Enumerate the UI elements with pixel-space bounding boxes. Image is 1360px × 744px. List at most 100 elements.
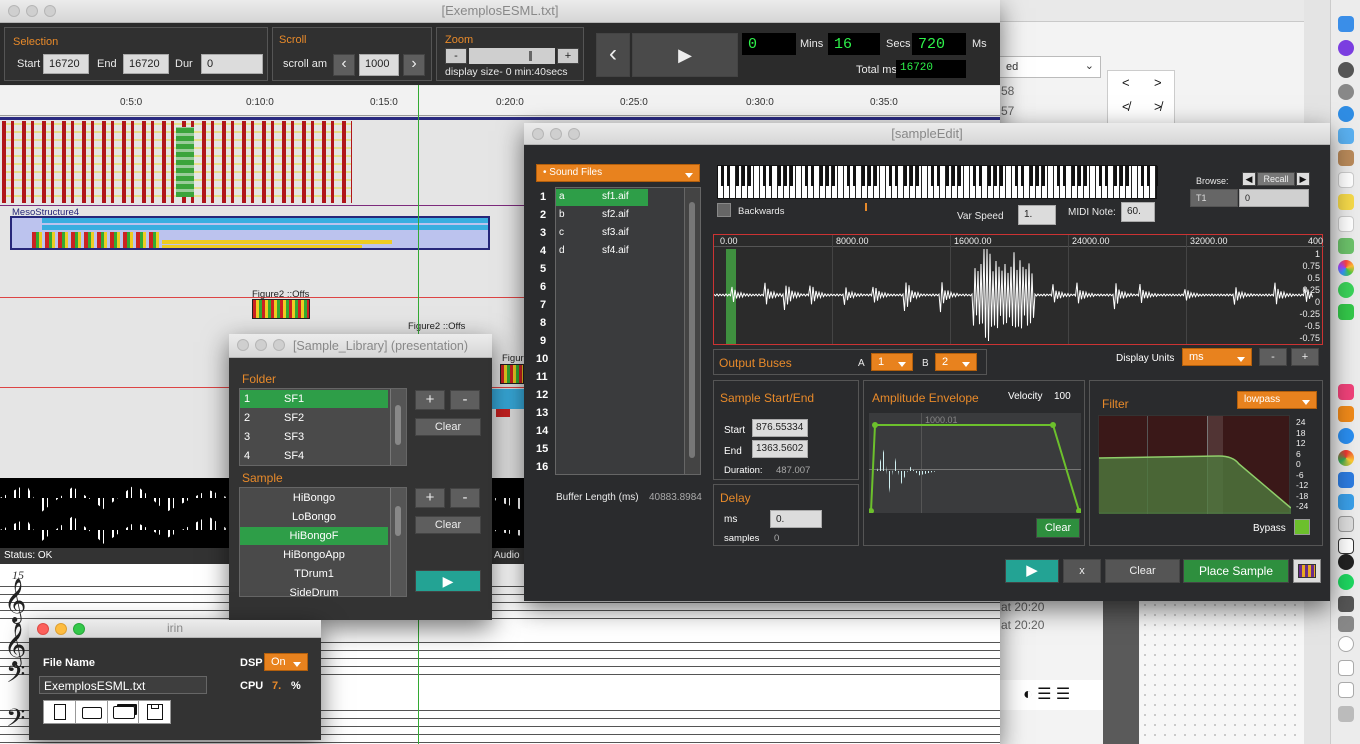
backwards-checkbox[interactable] — [717, 203, 731, 217]
dsp-dropdown[interactable]: On — [264, 653, 308, 671]
messages-icon[interactable] — [1338, 282, 1354, 298]
music-icon[interactable] — [1338, 384, 1354, 400]
sound-file-row[interactable]: b sf2.aif — [556, 207, 648, 224]
books-icon[interactable] — [1338, 406, 1354, 422]
sample-list[interactable]: HiBongo LoBongo HiBongoF HiBongoApp TDru… — [239, 487, 407, 597]
browse-prev-icon[interactable]: ◀ — [1242, 172, 1256, 186]
sound-file-row[interactable]: a sf1.aif — [556, 189, 648, 206]
scroll-prev-button[interactable]: ‹ — [333, 54, 355, 76]
selection-end-field[interactable]: 16720 — [123, 54, 169, 74]
sample-add-button[interactable]: + — [415, 488, 445, 508]
place-sample-button[interactable]: Place Sample — [1183, 559, 1289, 583]
bus-b-dropdown[interactable]: 2 — [935, 353, 977, 371]
xcode-icon[interactable] — [1338, 472, 1354, 488]
finder-icon[interactable] — [1338, 16, 1354, 32]
document-icon[interactable] — [1338, 682, 1354, 698]
sound-files-dropdown[interactable]: • Sound Files — [536, 164, 700, 182]
selection-dur-field[interactable]: 0 — [201, 54, 263, 74]
notes-icon[interactable] — [1338, 194, 1354, 210]
browse-next-icon[interactable]: ▶ — [1296, 172, 1310, 186]
contacts-icon[interactable] — [1338, 150, 1354, 166]
sample-end-field[interactable]: 1363.5602 — [752, 440, 808, 458]
figure-box[interactable] — [252, 299, 310, 319]
sample-edit-x-button[interactable]: x — [1063, 559, 1101, 583]
sample-row[interactable]: HiBongo — [240, 489, 388, 507]
calendar-icon[interactable] — [1338, 172, 1354, 188]
open-recent-icon[interactable] — [108, 701, 140, 723]
t1-value-field[interactable]: 0 — [1239, 189, 1309, 207]
bg-dropdown[interactable]: ed ⌄ — [999, 56, 1101, 78]
launchpad-icon[interactable] — [1338, 62, 1354, 78]
sample-row[interactable]: HiBongoApp — [240, 546, 388, 564]
appstore-icon[interactable] — [1338, 428, 1354, 444]
safari-icon[interactable] — [1338, 106, 1354, 122]
chrome-icon[interactable] — [1338, 450, 1354, 466]
var-speed-field[interactable]: 1. — [1018, 205, 1056, 225]
facetime-icon[interactable] — [1338, 304, 1354, 320]
file-name-field[interactable]: ExemplosESML.txt — [39, 676, 207, 694]
sample-grid-icon[interactable] — [1293, 559, 1321, 583]
sample-play-button[interactable]: ▶ — [415, 570, 481, 592]
t1-field[interactable]: T1 — [1190, 189, 1238, 207]
trash-icon[interactable] — [1338, 706, 1354, 722]
sample-clear-button[interactable]: Clear — [415, 516, 481, 534]
sample-row[interactable]: SideDrum — [240, 584, 388, 596]
unknown-app-icon[interactable] — [1338, 516, 1354, 532]
maps-icon[interactable] — [1338, 238, 1354, 254]
transport-back-button[interactable]: ‹ — [596, 33, 630, 77]
folder-row[interactable]: 1 SF1 — [240, 390, 388, 408]
units-plus-button[interactable]: + — [1291, 348, 1319, 366]
envelope-editor[interactable]: 1000.01 — [869, 413, 1081, 513]
folder-row[interactable]: 3 SF3 — [240, 428, 388, 446]
zoom-slider[interactable] — [469, 48, 555, 64]
sample-edit-clear-button[interactable]: Clear — [1105, 559, 1180, 583]
selection-start-field[interactable]: 16720 — [43, 54, 89, 74]
sample-row[interactable]: TDrum1 — [240, 565, 388, 583]
recall-button[interactable]: Recall — [1257, 172, 1295, 186]
sound-file-list[interactable]: a sf1.aif b sf2.aif c sf3.aif d sf4.aif — [555, 187, 701, 475]
filter-type-dropdown[interactable]: lowpass — [1237, 391, 1317, 409]
rocket-icon[interactable] — [1338, 84, 1354, 100]
tool-icon[interactable] — [1338, 494, 1354, 510]
folder-remove-button[interactable]: - — [450, 390, 480, 410]
folder-scrollbar[interactable] — [390, 389, 406, 465]
pd-icon[interactable] — [1338, 538, 1354, 554]
folder-add-button[interactable]: + — [415, 390, 445, 410]
zoom-minus-button[interactable]: - — [445, 48, 467, 64]
units-minus-button[interactable]: - — [1259, 348, 1287, 366]
piano-icon[interactable] — [1338, 596, 1354, 612]
file-list-scrollbar[interactable] — [684, 188, 700, 474]
accessibility-icon[interactable] — [1338, 636, 1354, 652]
sample-edit-play-button[interactable]: ▶ — [1005, 559, 1059, 583]
scroll-next-button[interactable]: › — [403, 54, 425, 76]
folder-clear-button[interactable]: Clear — [415, 418, 481, 436]
textedit-icon[interactable] — [1338, 660, 1354, 676]
sample-row[interactable]: HiBongoF — [240, 527, 388, 545]
zoom-plus-button[interactable]: + — [557, 48, 579, 64]
photos-icon[interactable] — [1338, 260, 1354, 276]
mail-icon[interactable] — [1338, 128, 1354, 144]
phone-icon[interactable] — [1338, 616, 1354, 632]
midi-note-field[interactable]: 60. — [1121, 202, 1155, 222]
spotify-icon[interactable] — [1338, 574, 1354, 590]
display-units-dropdown[interactable]: ms — [1182, 348, 1252, 366]
bus-a-dropdown[interactable]: 1 — [871, 353, 913, 371]
save-icon[interactable] — [139, 701, 170, 723]
sample-waveform[interactable]: 0.00 8000.00 16000.00 24000.00 32000.00 … — [713, 234, 1324, 345]
sound-file-row[interactable]: d sf4.aif — [556, 243, 648, 260]
open-folder-icon[interactable] — [76, 701, 108, 723]
filter-response-graph[interactable] — [1098, 415, 1291, 514]
piano-keyboard[interactable] — [717, 165, 1158, 199]
envelope-clear-button[interactable]: Clear — [1036, 518, 1080, 538]
sample-scrollbar[interactable] — [390, 488, 406, 596]
transport-play-button[interactable]: ▶ — [632, 33, 738, 77]
folder-list[interactable]: 1 SF1 2 SF2 3 SF3 4 SF4 — [239, 388, 407, 466]
sample-row[interactable]: LoBongo — [240, 508, 388, 526]
folder-row[interactable]: 4 SF4 — [240, 447, 388, 465]
siri-icon[interactable] — [1338, 40, 1354, 56]
bypass-toggle[interactable] — [1294, 519, 1310, 535]
folder-row[interactable]: 2 SF2 — [240, 409, 388, 427]
scroll-amount-field[interactable]: 1000 — [359, 54, 399, 76]
new-file-icon[interactable] — [44, 701, 76, 723]
sibelius-icon[interactable] — [1338, 554, 1354, 570]
